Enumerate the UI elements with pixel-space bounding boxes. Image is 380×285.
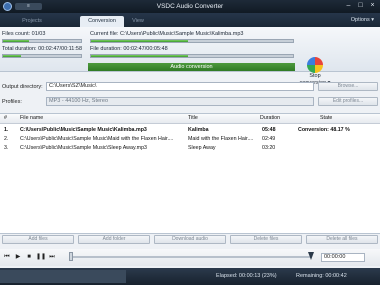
files-count: Files count: 01/03 xyxy=(2,31,46,37)
delete-files-button[interactable]: Delete files xyxy=(230,235,302,244)
row-number: 3. xyxy=(4,145,9,151)
ribbon-tabs: Projects Conversion View Options ▾ xyxy=(0,13,380,27)
column-header-num[interactable]: # xyxy=(4,114,7,122)
file-duration-progress-bar xyxy=(90,54,294,58)
maximize-icon[interactable]: □ xyxy=(355,1,366,10)
row-duration: 05:48 xyxy=(262,127,276,133)
row-title: Sleep Away xyxy=(188,145,216,151)
remaining-time: Remaining: 00:00:42 xyxy=(296,273,347,279)
status-progress-track xyxy=(0,270,126,283)
output-directory-field[interactable]: C:\Users\SZ\Music\ xyxy=(46,82,314,91)
table-row[interactable]: 1. C:\Users\Public\Music\Sample Music\Ka… xyxy=(0,126,380,134)
row-file-name: C:\Users\Public\Music\Sample Music\Kalim… xyxy=(20,127,147,133)
file-list-table: # File name Title Duration State 1. C:\U… xyxy=(0,113,380,234)
seek-track[interactable] xyxy=(71,256,311,258)
tab-view[interactable]: View xyxy=(128,16,148,27)
minimize-icon[interactable]: – xyxy=(343,1,354,10)
window-title: VSDC Audio Converter xyxy=(156,3,224,10)
previous-icon[interactable]: ⏮ xyxy=(3,252,11,262)
seek-slider-handle[interactable] xyxy=(69,252,73,261)
file-actions-bar: Add files Add folder Download audio Dele… xyxy=(0,234,380,246)
row-duration: 03:20 xyxy=(262,145,276,151)
next-icon[interactable]: ⏭ xyxy=(48,252,56,262)
add-folder-button[interactable]: Add folder xyxy=(78,235,150,244)
add-files-button[interactable]: Add files xyxy=(2,235,74,244)
column-header-state[interactable]: State xyxy=(320,114,332,122)
close-icon[interactable]: × xyxy=(367,1,378,10)
row-state: Conversion: 48.17 % xyxy=(298,127,350,133)
player-controls: ⏮ ▶ ■ ❚❚ ⏭ 00:00:00 xyxy=(0,249,380,266)
edit-profiles-button[interactable]: Edit profiles... xyxy=(318,97,378,106)
table-row[interactable]: 3. C:\Users\Public\Music\Sample Music\Sl… xyxy=(0,144,380,152)
column-header-file-name[interactable]: File name xyxy=(20,114,43,122)
download-audio-button[interactable]: Download audio xyxy=(154,235,226,244)
column-header-title[interactable]: Title xyxy=(188,114,198,122)
row-title: Kalimba xyxy=(188,127,209,133)
table-row[interactable]: 2. C:\Users\Public\Music\Sample Music\Ma… xyxy=(0,135,380,143)
column-header-duration[interactable]: Duration xyxy=(260,114,280,122)
time-position-field[interactable]: 00:00:00 xyxy=(321,253,365,262)
output-directory-label: Output directory: xyxy=(2,84,43,90)
total-progress-bar xyxy=(2,54,82,58)
browse-button[interactable]: Browse... xyxy=(318,82,378,91)
delete-all-files-button[interactable]: Delete all files xyxy=(306,235,378,244)
files-progress-bar xyxy=(2,39,82,43)
tab-projects[interactable]: Projects xyxy=(16,16,48,27)
current-file-progress-bar xyxy=(90,39,294,43)
row-file-name: C:\Users\Public\Music\Sample Music\Sleep… xyxy=(20,145,147,151)
stop-conversion-icon xyxy=(307,57,323,73)
status-bar: Elapsed: 00:00:13 (23%) Remaining: 00:00… xyxy=(0,268,380,285)
audio-conversion-section-label: Audio conversion xyxy=(88,63,295,71)
row-title: Maid with the Flaxen Hair.... xyxy=(188,136,254,142)
row-duration: 02:49 xyxy=(262,136,276,142)
profiles-select[interactable]: MP3 - 44100 Hz, Stereo xyxy=(46,97,314,106)
options-menu[interactable]: Options ▾ xyxy=(351,16,374,25)
file-duration: File duration: 00:02:47/00:05:48 xyxy=(90,46,168,52)
current-file: Current file: C:\Users\Public\Music\Samp… xyxy=(90,31,244,37)
volume-slider-handle[interactable] xyxy=(308,252,314,260)
table-header: # File name Title Duration State xyxy=(0,114,380,124)
total-duration: Total duration: 00:02:47/00:11:58 xyxy=(2,46,83,52)
pause-icon[interactable]: ❚❚ xyxy=(36,252,46,262)
elapsed-time: Elapsed: 00:00:13 (23%) xyxy=(216,273,277,279)
profiles-label: Profiles: xyxy=(2,99,22,105)
row-file-name: C:\Users\Public\Music\Sample Music\Maid … xyxy=(20,136,174,142)
row-number: 1. xyxy=(4,127,9,133)
tab-conversion[interactable]: Conversion xyxy=(80,16,124,27)
title-bar: ≡ VSDC Audio Converter – □ × xyxy=(0,0,380,13)
play-icon[interactable]: ▶ xyxy=(14,252,22,262)
stop-icon[interactable]: ■ xyxy=(25,252,33,262)
row-number: 2. xyxy=(4,136,9,142)
